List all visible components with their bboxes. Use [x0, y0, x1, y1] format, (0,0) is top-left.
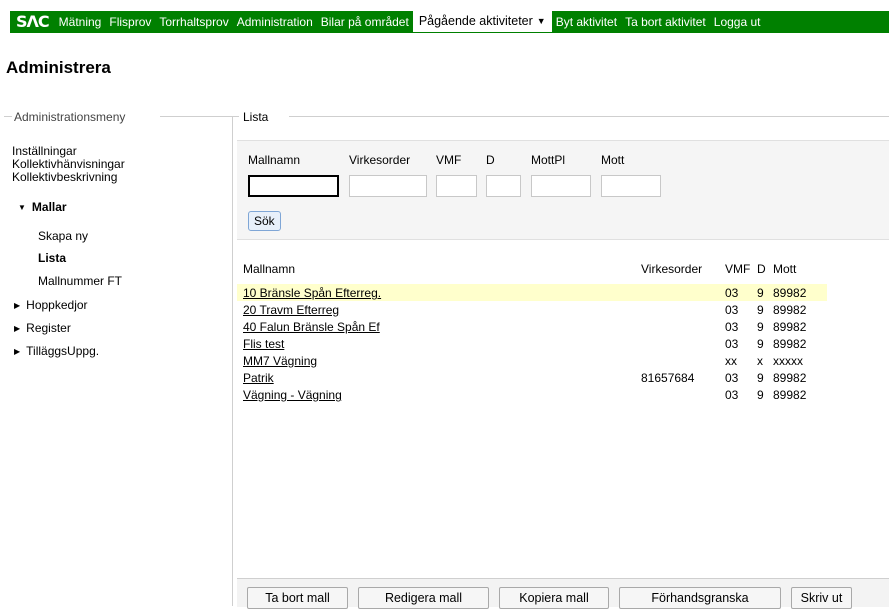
sidebar-link-kollektivbeskrivning[interactable]: Kollektivbeskrivning [12, 171, 117, 184]
d-input[interactable] [486, 175, 521, 197]
row-name-link[interactable]: MM7 Vägning [243, 354, 317, 368]
sdc-logo: SΛC [16, 12, 50, 31]
row-d: 9 [757, 320, 764, 334]
admin-sidebar: Administrationsmeny Inställningar Kollek… [0, 110, 233, 606]
row-d: 9 [757, 337, 764, 351]
label-vmf: VMF [436, 153, 462, 167]
row-d: 9 [757, 303, 764, 317]
label-virkesorder: Virkesorder [349, 153, 411, 167]
sidebar-group-label: TilläggsUppg. [26, 344, 100, 358]
column-header-mott: Mott [773, 262, 797, 276]
sidebar-divider [4, 116, 12, 117]
row-name-link[interactable]: 40 Falun Bränsle Spån Ef [243, 320, 380, 334]
row-mott: 89982 [773, 320, 807, 334]
nav-item-ta-bort-aktivitet[interactable]: Ta bort aktivitet [621, 11, 710, 33]
sidebar-group-register[interactable]: ▶ Register [14, 321, 71, 335]
activity-dropdown-label: Pågående aktiviteter [418, 13, 533, 28]
row-d: x [757, 354, 763, 368]
row-mott: 89982 [773, 337, 807, 351]
row-vmf: 03 [725, 371, 739, 385]
sidebar-item-lista[interactable]: Lista [38, 251, 66, 265]
row-d: 9 [757, 371, 764, 385]
table-row[interactable]: 10 Bränsle Spån Efterreg. 03 9 89982 [237, 284, 827, 301]
triangle-right-icon: ▶ [14, 323, 21, 333]
top-bar: SΛC Mätning Flisprov Torrhaltsprov Admin… [0, 0, 889, 33]
table-row[interactable]: 40 Falun Bränsle Spån Ef 03 9 89982 [237, 318, 827, 335]
search-button[interactable]: Sök [248, 211, 281, 231]
label-mott: Mott [601, 153, 625, 167]
triangle-right-icon: ▶ [14, 346, 21, 356]
row-name-link[interactable]: 20 Travm Efterreg [243, 303, 339, 317]
panel-divider [233, 116, 239, 117]
row-vmf: 03 [725, 337, 739, 351]
column-header-vmf: VMF [725, 262, 751, 276]
virkesorder-input[interactable] [349, 175, 427, 197]
row-d: 9 [757, 388, 764, 402]
sidebar-group-tillaggsuppg[interactable]: ▶ TilläggsUppg. [14, 344, 99, 358]
sidebar-divider [160, 116, 232, 117]
row-mott: 89982 [773, 388, 807, 402]
sidebar-group-label: Hoppkedjor [26, 298, 88, 312]
table-row[interactable]: Patrik 81657684 03 9 89982 [237, 369, 827, 386]
action-button-bar: Ta bort mall Redigera mall Kopiera mall … [237, 578, 889, 609]
table-row[interactable]: 20 Travm Efterreg 03 9 89982 [237, 301, 827, 318]
column-header-mallnamn: Mallnamn [243, 262, 296, 276]
table-row[interactable]: MM7 Vägning xx x xxxxx [237, 352, 827, 369]
column-header-virkesorder: Virkesorder [641, 262, 703, 276]
sidebar-group-label: Mallar [31, 200, 67, 214]
sidebar-group-label: Register [26, 321, 71, 335]
triangle-down-icon: ▼ [18, 202, 26, 212]
chevron-down-icon: ▼ [536, 15, 546, 26]
table-row[interactable]: Flis test 03 9 89982 [237, 335, 827, 352]
nav-item-logga-ut[interactable]: Logga ut [710, 11, 765, 33]
row-d: 9 [757, 286, 764, 300]
main-panel: Lista Mallnamn Virkesorder VMF D MottPl … [233, 110, 889, 609]
nav-item-bilar[interactable]: Bilar på området [317, 11, 413, 33]
row-vmf: xx [725, 354, 737, 368]
sidebar-item-mallnummer-ft[interactable]: Mallnummer FT [38, 274, 122, 288]
row-vmf: 03 [725, 320, 739, 334]
table-row[interactable]: Vägning - Vägning 03 9 89982 [237, 386, 827, 403]
label-mallnamn: Mallnamn [248, 153, 301, 167]
row-vmf: 03 [725, 388, 739, 402]
nav-item-byt-aktivitet[interactable]: Byt aktivitet [552, 11, 621, 33]
row-vmf: 03 [725, 286, 739, 300]
row-name-link[interactable]: 10 Bränsle Spån Efterreg. [243, 286, 381, 300]
panel-divider [289, 116, 889, 117]
nav-item-administration[interactable]: Administration [233, 11, 317, 33]
column-header-d: D [757, 262, 766, 276]
row-virkesorder: 81657684 [641, 371, 695, 385]
nav-item-matning[interactable]: Mätning [55, 11, 106, 33]
row-vmf: 03 [725, 303, 739, 317]
panel-header: Lista [243, 110, 269, 124]
triangle-right-icon: ▶ [14, 300, 21, 310]
row-mott: xxxxx [773, 354, 803, 368]
row-mott: 89982 [773, 303, 807, 317]
sidebar-group-mallar[interactable]: ▼ Mallar [18, 200, 67, 214]
sidebar-group-hoppkedjor[interactable]: ▶ Hoppkedjor [14, 298, 88, 312]
sidebar-header: Administrationsmeny [14, 110, 126, 124]
label-mottpl: MottPl [531, 153, 566, 167]
row-mott: 89982 [773, 286, 807, 300]
row-name-link[interactable]: Patrik [243, 371, 274, 385]
nav-item-flisprov[interactable]: Flisprov [105, 11, 155, 33]
row-mott: 89982 [773, 371, 807, 385]
nav-item-torrhaltsprov[interactable]: Torrhaltsprov [155, 11, 232, 33]
label-d: D [486, 153, 495, 167]
main-navigation: SΛC Mätning Flisprov Torrhaltsprov Admin… [10, 11, 889, 33]
row-name-link[interactable]: Flis test [243, 337, 284, 351]
mottpl-input[interactable] [531, 175, 591, 197]
search-form: Mallnamn Virkesorder VMF D MottPl Mott S… [237, 140, 889, 240]
row-name-link[interactable]: Vägning - Vägning [243, 388, 342, 402]
activity-dropdown[interactable]: Pågående aktiviteter ▼ [412, 11, 552, 32]
mallnamn-input[interactable] [248, 175, 339, 197]
page-title: Administrera [6, 58, 111, 77]
sidebar-item-skapa-ny[interactable]: Skapa ny [38, 229, 88, 243]
vmf-input[interactable] [436, 175, 477, 197]
mott-input[interactable] [601, 175, 661, 197]
